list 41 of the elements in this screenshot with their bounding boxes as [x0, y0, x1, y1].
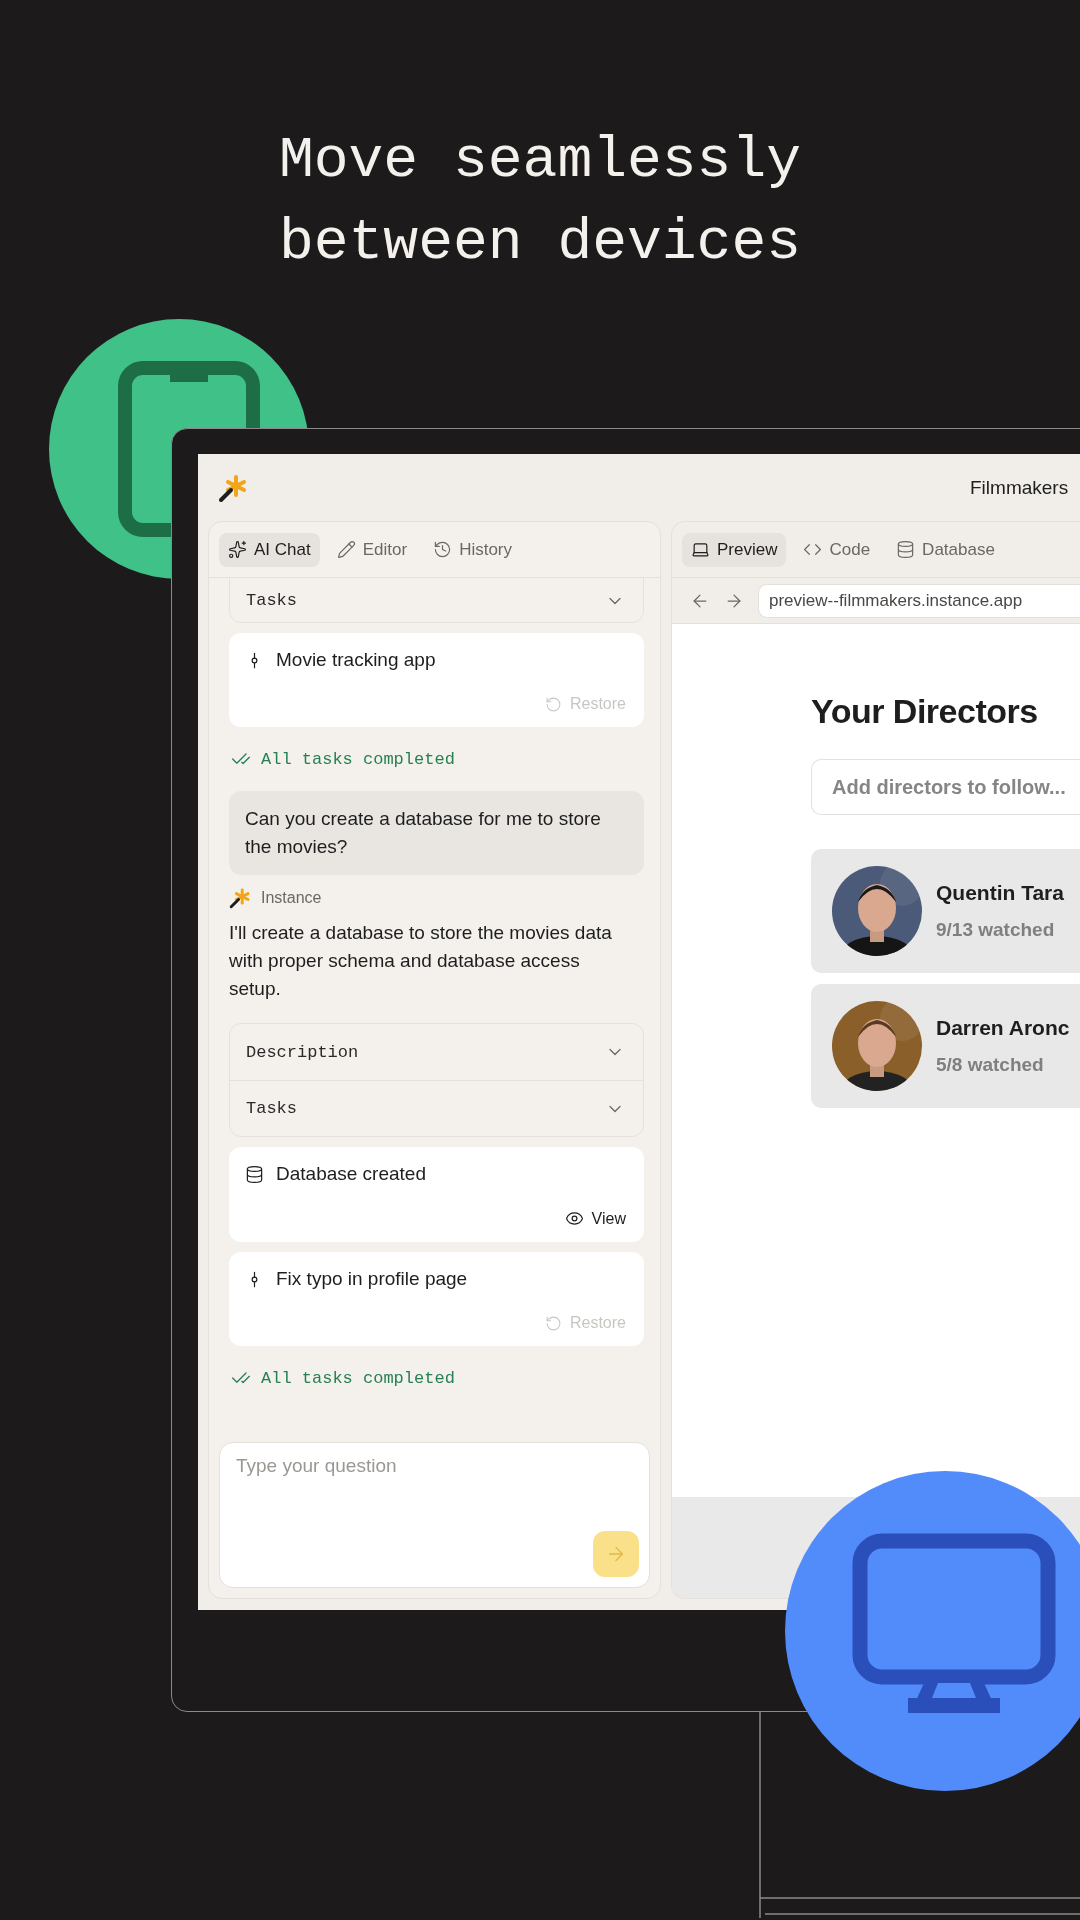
undo-icon [544, 1314, 562, 1332]
project-title: Filmmakers [970, 476, 1069, 499]
pencil-icon [336, 540, 356, 559]
card-title: Movie tracking app [276, 649, 436, 671]
asterisk-wand-icon [218, 472, 248, 503]
preview-tab[interactable]: Preview [682, 532, 787, 567]
director-name: Darren Aronc [936, 1016, 1070, 1040]
undo-icon [544, 695, 562, 713]
status-text: All tasks completed [261, 749, 455, 769]
page-heading: Your Directors [811, 692, 1039, 731]
headline: Move seamlessly between devices [277, 127, 803, 277]
chat-tab[interactable]: History [424, 532, 522, 567]
chat-tab[interactable]: AI Chat [219, 532, 320, 567]
user-message: Can you create a database for me to store the movies? [229, 791, 644, 875]
card-title: Fix typo in profile page [276, 1268, 468, 1290]
preview-tab[interactable]: Code [794, 532, 880, 567]
status-text: All tasks completed [261, 1368, 455, 1388]
database-icon [896, 540, 916, 559]
url-field[interactable]: preview--filmmakers.instance.app [758, 583, 1080, 618]
accordion-header[interactable]: Description [230, 1024, 643, 1080]
eye-icon [564, 1209, 584, 1228]
director-name: Quentin Tara [936, 881, 1064, 905]
asterisk-wand-icon [229, 887, 251, 909]
watched-count: 5/8 watched [936, 1054, 1045, 1076]
director-card[interactable]: Quentin Tara 9/13 watched [811, 849, 1080, 973]
director-search-field[interactable]: Add directors to follow... [811, 759, 1080, 815]
assistant-name: Instance [261, 889, 322, 907]
laptop-icon [691, 540, 710, 559]
preview-tab[interactable]: Database [887, 532, 1004, 567]
question-field[interactable]: Type your question [236, 1455, 639, 1477]
card-title: Database created [276, 1163, 426, 1185]
database-icon [245, 1164, 264, 1184]
sparkles-icon [228, 540, 247, 559]
accordion-header[interactable]: Tasks [230, 1080, 643, 1136]
chat-tab[interactable]: Editor [327, 532, 417, 567]
watched-count: 9/13 watched [936, 919, 1056, 941]
accordion-header[interactable]: Tasks [230, 578, 643, 622]
clock-icon [433, 540, 453, 559]
view-button[interactable]: View [564, 1209, 626, 1228]
director-card[interactable]: Darren Aronc 5/8 watched [811, 984, 1080, 1108]
assistant-message: I'll create a database to store the movies data with proper schema and database access setup. [229, 921, 613, 1001]
